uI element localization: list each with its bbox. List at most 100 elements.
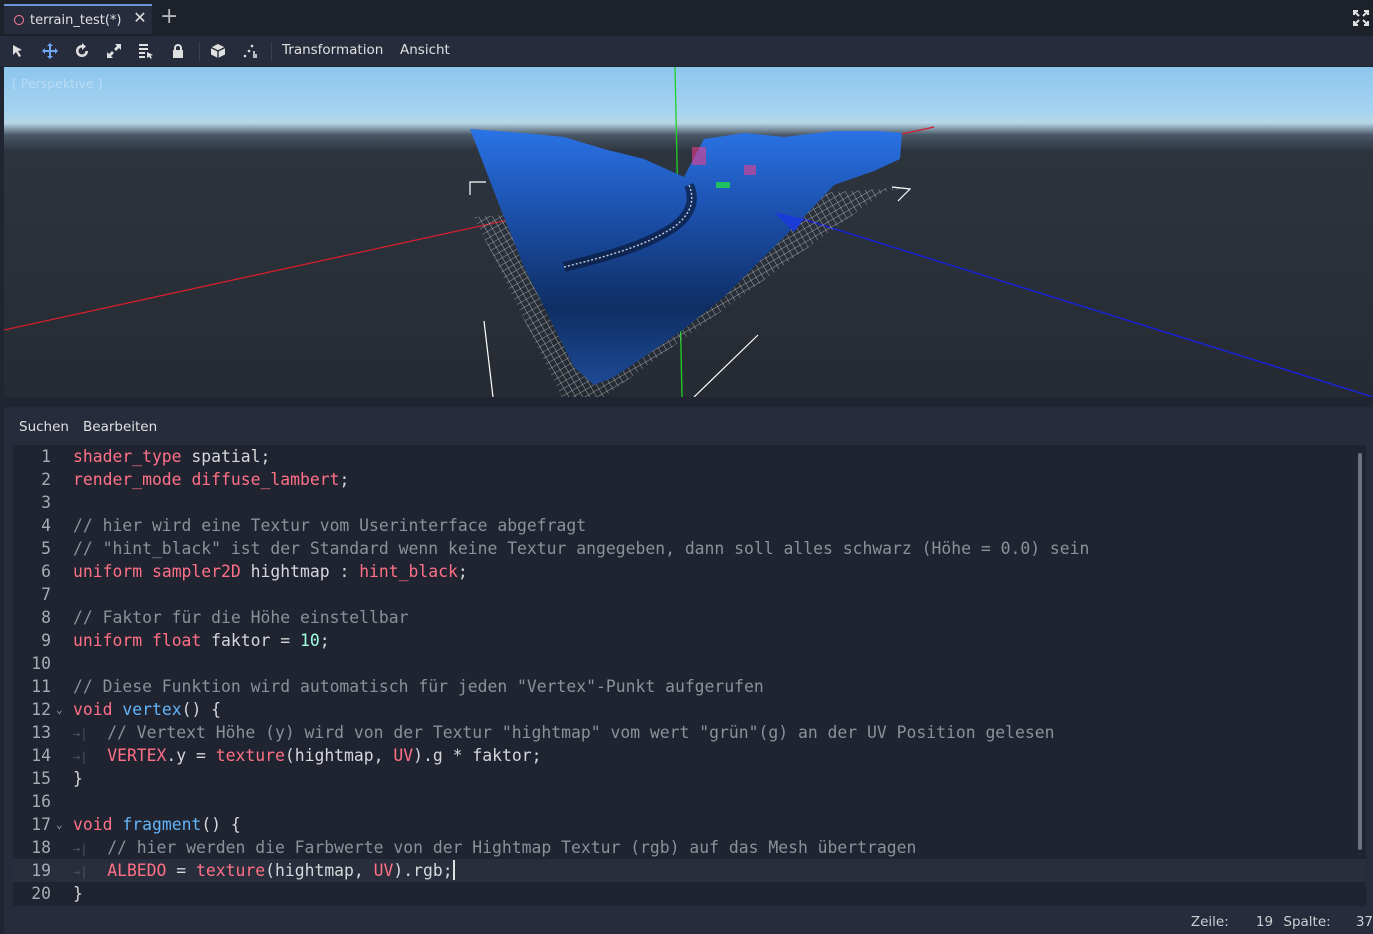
line-number: 10 bbox=[31, 654, 51, 673]
split-handle[interactable] bbox=[0, 397, 1373, 407]
code-text: // Faktor für die Höhe einstellbar bbox=[73, 606, 409, 629]
code-line[interactable]: 18 →| // hier werden die Farbwerte von de… bbox=[13, 836, 1366, 859]
line-number: 19 bbox=[31, 861, 51, 880]
line-number: 12 bbox=[31, 700, 51, 719]
line-number: 13 bbox=[31, 723, 51, 742]
code-token: void bbox=[73, 815, 113, 834]
lock-icon[interactable] bbox=[169, 42, 187, 60]
code-token: vertex bbox=[122, 700, 182, 719]
move-icon[interactable] bbox=[41, 42, 59, 60]
code-line[interactable]: 13 →| // Vertext Höhe (y) wird von der Te… bbox=[13, 721, 1366, 744]
code-token: hightmap : bbox=[240, 562, 360, 581]
fold-arrow-icon[interactable]: ⌄ bbox=[56, 813, 63, 836]
code-token: UV bbox=[393, 746, 414, 765]
list-select-icon[interactable] bbox=[137, 42, 155, 60]
code-token: texture bbox=[196, 861, 266, 880]
code-token: 10 bbox=[299, 631, 320, 650]
code-line[interactable]: 16 bbox=[13, 790, 1366, 813]
code-line[interactable]: 11 // Diese Funktion wird automatisch für… bbox=[13, 675, 1366, 698]
code-line[interactable]: 9 uniform float faktor = 10; bbox=[13, 629, 1366, 652]
tab-bar: terrain_test(*) ✕ + bbox=[0, 0, 1373, 36]
line-number: 18 bbox=[31, 838, 51, 857]
code-line[interactable]: 2 render_mode diffuse_lambert; bbox=[13, 468, 1366, 491]
vertical-scrollbar[interactable] bbox=[1358, 453, 1362, 850]
code-text: →| // Vertext Höhe (y) wird von der Text… bbox=[73, 721, 1055, 746]
code-line[interactable]: 3 bbox=[13, 491, 1366, 514]
code-text: uniform sampler2D hightmap : hint_black; bbox=[73, 560, 468, 583]
code-line[interactable]: 1 shader_type spatial; bbox=[13, 445, 1366, 468]
code-token: ).g * faktor; bbox=[413, 746, 542, 765]
code-token: (hightmap, bbox=[284, 746, 394, 765]
code-token: () { bbox=[181, 700, 222, 719]
viewport-perspective-label[interactable]: [ Perspektive ] bbox=[12, 76, 102, 91]
menu-suchen[interactable]: Suchen bbox=[19, 419, 69, 435]
code-token: // hier werden die Farbwerte von der Hig… bbox=[87, 838, 917, 857]
menu-ansicht[interactable]: Ansicht bbox=[400, 42, 450, 58]
menu-bearbeiten[interactable]: Bearbeiten bbox=[83, 419, 157, 435]
add-tab-button[interactable]: + bbox=[160, 5, 178, 29]
scale-icon[interactable] bbox=[105, 42, 123, 60]
code-line[interactable]: 12 ⌄ void vertex() { bbox=[13, 698, 1366, 721]
code-line[interactable]: 15} bbox=[13, 767, 1366, 790]
code-text: void fragment() { bbox=[73, 813, 241, 836]
code-token: uniform bbox=[73, 631, 143, 650]
tab-marker-icon: →| bbox=[73, 750, 88, 764]
tab-terrain-test[interactable]: terrain_test(*) ✕ bbox=[4, 4, 152, 34]
code-token: () { bbox=[201, 815, 241, 834]
code-token: sampler2D bbox=[151, 562, 241, 581]
shader-editor-panel: Suchen Bearbeiten 1 shader_type spatial; 2… bbox=[4, 407, 1373, 934]
code-line[interactable]: 19 →| ALBEDO = texture(hightmap, UV).rgb; bbox=[13, 859, 1366, 882]
3d-viewport[interactable]: [ Perspektive ] bbox=[4, 67, 1373, 397]
tab-marker-icon: →| bbox=[73, 727, 88, 741]
fullscreen-icon[interactable] bbox=[1353, 10, 1369, 26]
tab-title: terrain_test(*) bbox=[30, 12, 122, 28]
menu-transformation[interactable]: Transformation bbox=[282, 42, 383, 58]
line-number: 3 bbox=[41, 493, 51, 512]
snap-icon[interactable] bbox=[241, 42, 259, 60]
line-number: 14 bbox=[31, 746, 51, 765]
code-text: } bbox=[73, 767, 83, 790]
fold-arrow-icon[interactable]: ⌄ bbox=[56, 698, 63, 721]
code-token: fragment bbox=[122, 815, 202, 834]
line-number: 6 bbox=[41, 562, 51, 581]
code-token: spatial; bbox=[181, 447, 271, 466]
code-line[interactable]: 14 →| VERTEX.y = texture(hightmap, UV).g … bbox=[13, 744, 1366, 767]
code-line[interactable]: 8 // Faktor für die Höhe einstellbar bbox=[13, 606, 1366, 629]
code-text: shader_type spatial; bbox=[73, 445, 270, 468]
line-number: 15 bbox=[31, 769, 51, 788]
close-icon[interactable]: ✕ bbox=[132, 10, 148, 26]
code-text: →| ALBEDO = texture(hightmap, UV).rgb; bbox=[73, 859, 455, 884]
code-token: = bbox=[166, 861, 197, 880]
code-token: ; bbox=[457, 562, 468, 581]
code-line[interactable]: 7 bbox=[13, 583, 1366, 606]
column-value: 37 bbox=[1355, 914, 1373, 930]
code-text: void vertex() { bbox=[73, 698, 221, 721]
code-line[interactable]: 20} bbox=[13, 882, 1366, 905]
line-number: 5 bbox=[41, 539, 51, 558]
code-editor[interactable]: 1 shader_type spatial; 2 render_mode diffus… bbox=[13, 445, 1366, 906]
code-token: // Faktor für die Höhe einstellbar bbox=[73, 608, 409, 627]
group-icon[interactable] bbox=[209, 42, 227, 60]
line-number: 20 bbox=[31, 884, 51, 903]
code-token: texture bbox=[215, 746, 285, 765]
line-number: 11 bbox=[31, 677, 51, 696]
line-number: 8 bbox=[41, 608, 51, 627]
code-text: // Diese Funktion wird automatisch für j… bbox=[73, 675, 764, 698]
code-line[interactable]: 4 // hier wird eine Textur vom Userinterf… bbox=[13, 514, 1366, 537]
gizmo-plane-handle bbox=[692, 147, 706, 165]
line-number: 4 bbox=[41, 516, 51, 535]
select-icon[interactable] bbox=[9, 42, 27, 60]
code-token: } bbox=[73, 884, 83, 903]
rotate-icon[interactable] bbox=[73, 42, 91, 60]
code-line[interactable]: 6 uniform sampler2D hightmap : hint_black… bbox=[13, 560, 1366, 583]
code-line[interactable]: 17 ⌄ void fragment() { bbox=[13, 813, 1366, 836]
code-token: ; bbox=[339, 470, 350, 489]
code-line[interactable]: 5 // "hint_black" ist der Standard wenn k… bbox=[13, 537, 1366, 560]
code-line[interactable]: 10 bbox=[13, 652, 1366, 675]
code-text: } bbox=[73, 882, 83, 905]
line-number: 16 bbox=[31, 792, 51, 811]
code-token: VERTEX bbox=[107, 746, 167, 765]
